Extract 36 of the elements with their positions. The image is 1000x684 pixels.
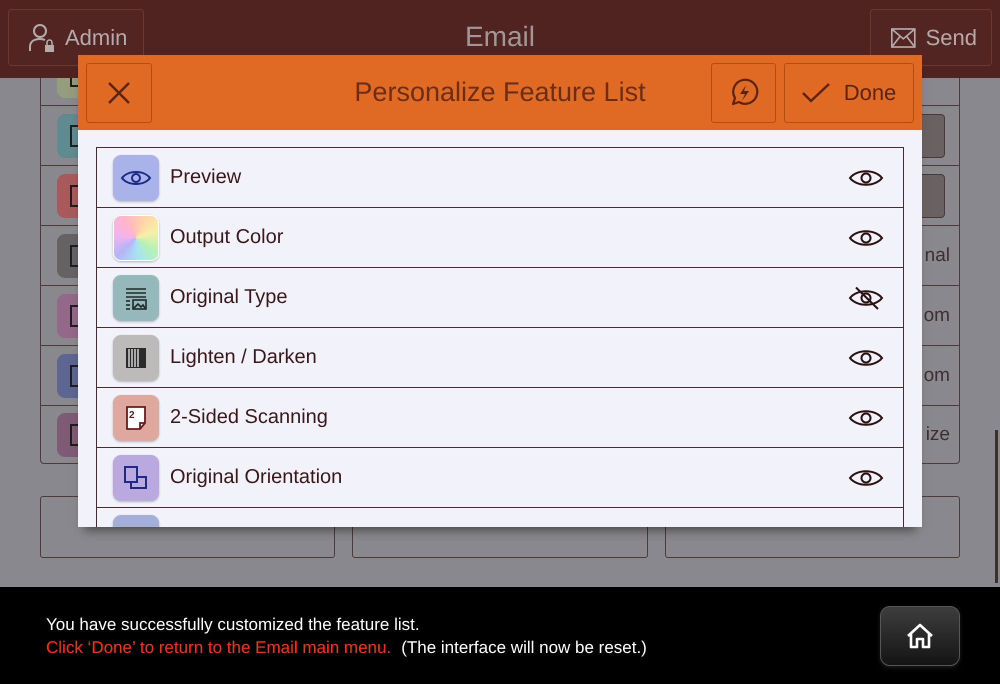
row-label: ize xyxy=(926,424,950,446)
eye-slash-icon[interactable] xyxy=(848,286,884,310)
close-icon xyxy=(108,82,130,104)
screen-title: Email xyxy=(464,21,535,53)
home-icon xyxy=(906,622,934,648)
send-button[interactable]: Send xyxy=(870,9,992,66)
feature-row[interactable]: Original Type xyxy=(97,268,903,328)
feature-label: Original Orientation xyxy=(170,466,342,489)
home-button[interactable] xyxy=(880,606,960,666)
feature-label: Original Type xyxy=(170,286,288,309)
quick-action-button[interactable] xyxy=(711,62,776,122)
feature-row[interactable]: Original Orientation xyxy=(97,448,903,508)
feature-row[interactable]: 2 2-Sided Scanning xyxy=(97,388,903,448)
instruction-text: Click ‘Done’ to return to the Email main menu. xyxy=(46,636,392,658)
feature-row[interactable]: Output Color xyxy=(97,208,903,268)
admin-button[interactable]: Admin xyxy=(8,9,144,66)
feature-row[interactable]: Preview xyxy=(97,148,903,208)
color-gradient-tile-icon xyxy=(113,214,159,260)
envelope-icon xyxy=(891,26,916,50)
user-lock-icon xyxy=(29,22,55,52)
row-label: om xyxy=(924,304,950,326)
feature-label: Output Color xyxy=(170,226,284,249)
row-label: om xyxy=(924,364,950,386)
feature-label: 2-Sided Scanning xyxy=(170,406,328,429)
note-text: (The interface will now be reset.) xyxy=(401,636,647,658)
row-label: nal xyxy=(924,244,950,266)
feature-row[interactable]: Lighten / Darken xyxy=(97,328,903,388)
feature-label: Preview xyxy=(170,166,242,189)
checkmark-icon xyxy=(802,82,830,102)
close-button[interactable] xyxy=(86,62,152,122)
page-tile-icon: 2 xyxy=(113,394,159,440)
dialog-title: Personalize Feature List xyxy=(354,77,646,108)
done-button[interactable]: Done xyxy=(784,62,914,122)
message-text: You have successfully customized the feature list. xyxy=(46,614,420,636)
feature-label: Lighten / Darken xyxy=(170,346,317,369)
scrollbar[interactable] xyxy=(995,430,998,583)
